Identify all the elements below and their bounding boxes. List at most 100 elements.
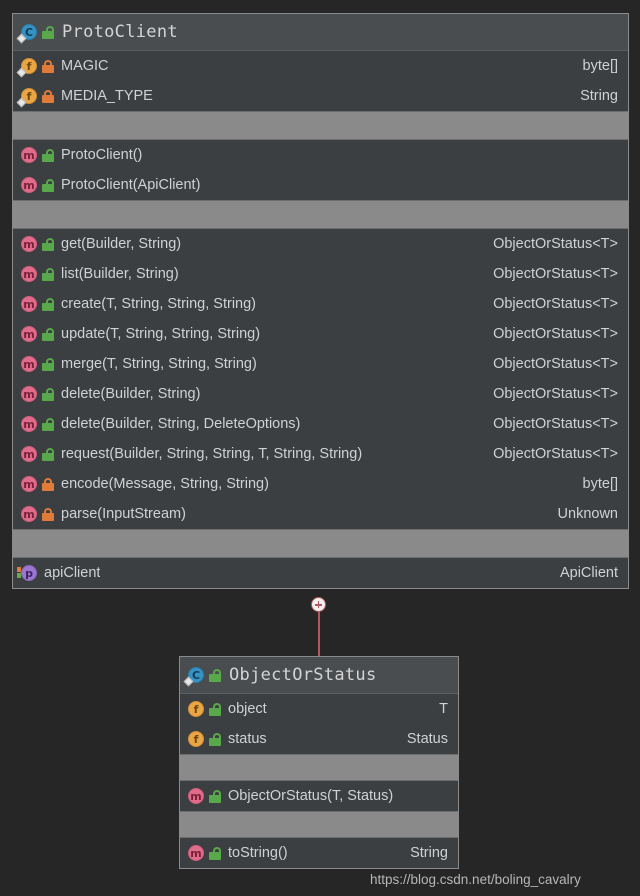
unlocked-green-icon [42,148,54,162]
member-name: parse(InputStream) [61,506,186,522]
unlocked-green-icon [42,237,54,251]
member-type: String [410,845,448,861]
unlocked-green-icon [209,668,221,682]
method-icon: m [21,356,37,372]
member-name: delete(Builder, String) [61,386,201,402]
member-name: toString() [228,845,288,861]
unlocked-green-icon [42,327,54,341]
class-header-objectorstatus[interactable]: C ObjectOrStatus [180,657,458,694]
member-row-object[interactable]: f object T [180,694,458,724]
method-icon: m [21,177,37,193]
unlocked-green-icon [42,357,54,371]
member-name: request(Builder, String, String, T, Stri… [61,446,363,462]
unlocked-green-icon [42,297,54,311]
watermark-text: https://blog.csdn.net/boling_cavalry [370,872,581,887]
member-row-create[interactable]: m create(T, String, String, String) Obje… [13,289,628,319]
member-row-magic[interactable]: f MAGIC byte[] [13,51,628,81]
field-icon: f [188,731,204,747]
method-icon: m [21,326,37,342]
member-row-protoclient-ctor[interactable]: m ProtoClient() [13,140,628,170]
member-type: ObjectOrStatus<T> [493,386,618,402]
unlocked-green-icon [209,732,221,746]
member-name: merge(T, String, String, String) [61,356,257,372]
member-name: object [228,701,267,717]
class-icon: C [16,24,37,44]
method-icon: m [188,845,204,861]
member-name: list(Builder, String) [61,266,179,282]
property-icon: p [17,565,37,581]
member-name: MAGIC [61,58,109,74]
field-icon: f [16,58,37,78]
member-name: ObjectOrStatus(T, Status) [228,788,394,804]
member-type: ObjectOrStatus<T> [493,266,618,282]
member-type: ObjectOrStatus<T> [493,296,618,312]
class-box-objectorstatus[interactable]: C ObjectOrStatus f object T f status Sta… [179,656,459,869]
member-row-protoclient-ctor-apiclient[interactable]: m ProtoClient(ApiClient) [13,170,628,200]
member-type: byte[] [582,58,618,74]
member-name: status [228,731,267,747]
method-icon: m [21,386,37,402]
class-header-protoclient[interactable]: C ProtoClient [13,14,628,51]
member-type: String [580,88,618,104]
section-separator [13,111,628,140]
method-icon: m [21,506,37,522]
member-row-request[interactable]: m request(Builder, String, String, T, St… [13,439,628,469]
unlocked-green-icon [42,267,54,281]
field-icon: f [188,701,204,717]
unlocked-green-icon [42,417,54,431]
member-type: Status [406,731,448,747]
unlocked-green-icon [42,447,54,461]
unlocked-green-icon [209,789,221,803]
locked-orange-icon [42,507,54,521]
member-type: Unknown [557,506,618,522]
member-name: encode(Message, String, String) [61,476,269,492]
member-name: ProtoClient() [61,147,143,163]
member-row-delete-options[interactable]: m delete(Builder, String, DeleteOptions)… [13,409,628,439]
member-type: ObjectOrStatus<T> [493,446,618,462]
section-separator [180,811,458,838]
unlocked-green-icon [42,387,54,401]
member-row-status[interactable]: f status Status [180,724,458,754]
method-icon: m [21,296,37,312]
member-row-update[interactable]: m update(T, String, String, String) Obje… [13,319,628,349]
expand-plus-node[interactable] [311,597,326,612]
unlocked-green-icon [209,702,221,716]
section-separator [13,529,628,558]
member-name: update(T, String, String, String) [61,326,261,342]
unlocked-green-icon [42,25,54,39]
class-box-protoclient[interactable]: C ProtoClient f MAGIC byte[] f MEDIA_TYP… [12,13,629,589]
member-name: create(T, String, String, String) [61,296,257,312]
locked-orange-icon [42,477,54,491]
member-name: get(Builder, String) [61,236,182,252]
section-separator [13,200,628,229]
locked-orange-icon [42,89,54,103]
class-title: ObjectOrStatus [229,665,377,685]
member-name: ProtoClient(ApiClient) [61,177,201,193]
unlocked-green-icon [42,178,54,192]
method-icon: m [21,266,37,282]
member-row-merge[interactable]: m merge(T, String, String, String) Objec… [13,349,628,379]
member-name: MEDIA_TYPE [61,88,153,104]
method-icon: m [21,446,37,462]
member-type: ObjectOrStatus<T> [493,416,618,432]
member-row-parse[interactable]: m parse(InputStream) Unknown [13,499,628,529]
member-row-media-type[interactable]: f MEDIA_TYPE String [13,81,628,111]
member-type: ObjectOrStatus<T> [493,326,618,342]
member-name: apiClient [44,565,101,581]
member-row-objectorstatus-ctor[interactable]: m ObjectOrStatus(T, Status) [180,781,458,811]
member-row-tostring[interactable]: m toString() String [180,838,458,868]
method-icon: m [21,236,37,252]
member-row-apiclient[interactable]: p apiClient ApiClient [13,558,628,588]
member-type: byte[] [582,476,618,492]
locked-orange-icon [42,59,54,73]
member-row-encode[interactable]: m encode(Message, String, String) byte[] [13,469,628,499]
method-icon: m [21,476,37,492]
class-icon: C [183,667,204,687]
member-row-list[interactable]: m list(Builder, String) ObjectOrStatus<T… [13,259,628,289]
unlocked-green-icon [209,846,221,860]
member-name: delete(Builder, String, DeleteOptions) [61,416,301,432]
member-row-get[interactable]: m get(Builder, String) ObjectOrStatus<T> [13,229,628,259]
section-separator [180,754,458,781]
field-icon: f [16,88,37,108]
member-row-delete[interactable]: m delete(Builder, String) ObjectOrStatus… [13,379,628,409]
